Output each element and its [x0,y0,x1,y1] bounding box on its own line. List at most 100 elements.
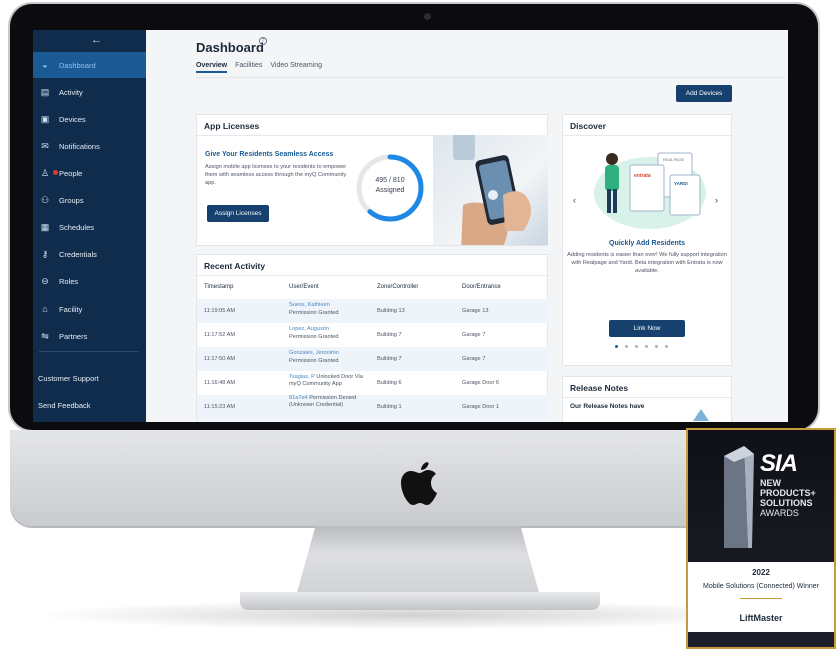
sidebar-item-label: Devices [59,114,86,124]
tab-bar: Overview Facilities Video Streaming [196,62,322,73]
card-title: App Licenses [204,121,260,131]
send-feedback-link[interactable]: Send Feedback [38,401,91,410]
header-divider [196,77,786,78]
schedules-icon: ▦ [40,221,50,232]
carousel-dot[interactable] [625,345,628,348]
sidebar-item-people[interactable]: ♙ People [33,160,146,186]
user-link[interactable]: 81a7e4 [289,395,308,401]
add-devices-button[interactable]: Add Devices [676,85,732,102]
help-icon[interactable]: ? [259,37,267,45]
card-title: Release Notes [570,383,629,393]
sidebar-item-label: Groups [59,195,84,205]
award-year: 2022 [752,568,770,577]
column-header[interactable]: Timestamp [204,284,233,290]
partners-icon: ⇋ [41,330,49,341]
table-row[interactable]: 11:16:48 AM Tsagias, P Unlocked Door Via… [197,371,549,395]
activity-icon: ▤ [40,86,50,97]
card-divider [197,275,547,276]
people-icon: ♙ [39,167,58,179]
carousel-next-icon[interactable]: › [715,195,718,205]
tab-video-streaming[interactable]: Video Streaming [270,62,322,73]
sidebar-item-partners[interactable]: ⇋ Partners [33,323,146,349]
groups-icon: ⚇ [40,194,50,205]
user-link[interactable]: Suess, Kathleen [289,302,330,309]
carousel-dot[interactable] [645,345,648,348]
timestamp-cell: 11:17:52 AM [204,332,235,338]
credentials-icon: ⚷ [41,248,49,259]
zone-cell: Building 6 [377,380,402,386]
column-header[interactable]: Door/Entrance [462,284,501,290]
collapse-sidebar-icon[interactable]: ← [91,34,102,46]
notifications-icon: ✉ [41,140,49,151]
sidebar-item-devices[interactable]: ▣ Devices [33,106,146,132]
marketing-stage: ← ◒ Dashboard ▤ Activity ▣ Devices ✉ Not… [0,0,838,649]
sidebar-item-label: People [59,168,83,178]
page-title: Dashboard [196,40,264,55]
door-cell: Garage 7 [462,332,486,338]
sia-logo: SIA [760,450,798,477]
zone-cell: Building 7 [377,356,402,362]
licenses-description: Assign mobile app licenses to your resid… [205,164,347,186]
card-title: Recent Activity [204,261,266,271]
carousel-dot[interactable] [665,345,668,348]
logo-realpage: REALPAGE [663,157,685,162]
award-category: Mobile Solutions (Connected) Winner [703,583,819,590]
award-line: PRODUCTS+ [760,488,816,498]
sidebar-divider [39,351,139,352]
roles-icon: ⊖ [41,275,49,286]
integration-illustration: REALPAGE entrata YARDI [586,145,708,233]
event-cell: Permission Granted [289,358,339,364]
sidebar-item-label: Dashboard [59,60,96,70]
apple-logo-icon [401,462,437,505]
sidebar-item-label: Credentials [59,249,97,259]
sidebar-item-groups[interactable]: ⚇ Groups [33,187,146,213]
card-divider [563,397,731,398]
table-row[interactable]: 11:15:23 AM 81a7e4 Permission Denied (Un… [197,395,549,422]
sidebar-item-notifications[interactable]: ✉ Notifications [33,133,146,159]
main-content: Dashboard ? Overview Facilities Video St… [146,30,788,422]
discover-headline: Quickly Add Residents [609,240,685,247]
table-row[interactable]: 11:17:50 AM Gonzales, Jeronimo Permissio… [197,347,549,371]
user-link[interactable]: Tsagias, P [289,374,315,380]
table-row[interactable]: 11:17:52 AM Lopez, Augustin Permission G… [197,323,549,347]
logo-entrata: entrata [634,173,651,179]
sidebar: ← ◒ Dashboard ▤ Activity ▣ Devices ✉ Not… [33,30,146,422]
sia-award-badge: SIA NEW PRODUCTS+ SOLUTIONS AWARDS 2022 … [686,428,836,649]
award-winner: LiftMaster [739,613,783,623]
user-link[interactable]: Lopez, Augustin [289,326,329,333]
link-now-button[interactable]: Link Now [609,320,685,337]
tab-facilities[interactable]: Facilities [235,62,262,73]
carousel-dot[interactable] [635,345,638,348]
sidebar-item-dashboard[interactable]: ◒ Dashboard [33,52,146,78]
sidebar-item-facility[interactable]: ⌂ Facility [33,296,146,322]
sidebar-item-label: Facility [59,304,83,314]
sidebar-item-schedules[interactable]: ▦ Schedules [33,214,146,240]
column-header[interactable]: Zone/Controller [377,284,418,290]
sidebar-item-roles[interactable]: ⊖ Roles [33,268,146,294]
phone-illustration [453,130,531,250]
timestamp-cell: 11:17:50 AM [204,356,235,362]
carousel-dot[interactable] [615,345,618,348]
carousel-prev-icon[interactable]: ‹ [573,195,576,205]
sidebar-item-credentials[interactable]: ⚷ Credentials [33,241,146,267]
screen: ← ◒ Dashboard ▤ Activity ▣ Devices ✉ Not… [33,30,788,422]
assign-licenses-button[interactable]: Assign Licenses [207,205,269,222]
release-notes-subtitle: Our Release Notes have [570,403,645,410]
column-header[interactable]: User/Event [289,284,319,290]
door-cell: Garage Door 6 [462,380,500,386]
sidebar-item-activity[interactable]: ▤ Activity [33,79,146,105]
monitor-stand-foot [240,592,600,610]
tab-overview[interactable]: Overview [196,62,228,73]
award-line: AWARDS [760,508,799,518]
notification-badge [53,170,58,175]
card-divider [563,135,731,136]
carousel-dot[interactable] [655,345,658,348]
user-link[interactable]: Gonzales, Jeronimo [289,350,339,357]
customer-support-link[interactable]: Customer Support [38,374,99,383]
discover-description: Adding residents is easier than ever! We… [567,252,727,274]
timestamp-cell: 11:19:05 AM [204,308,235,314]
table-row[interactable]: 11:19:05 AM Suess, Kathleen Permission G… [197,299,549,323]
licenses-headline: Give Your Residents Seamless Access [205,151,334,158]
release-notes-icon [693,409,709,421]
user-event-cell: 81a7e4 Permission Denied (Unknown Creden… [289,395,359,409]
